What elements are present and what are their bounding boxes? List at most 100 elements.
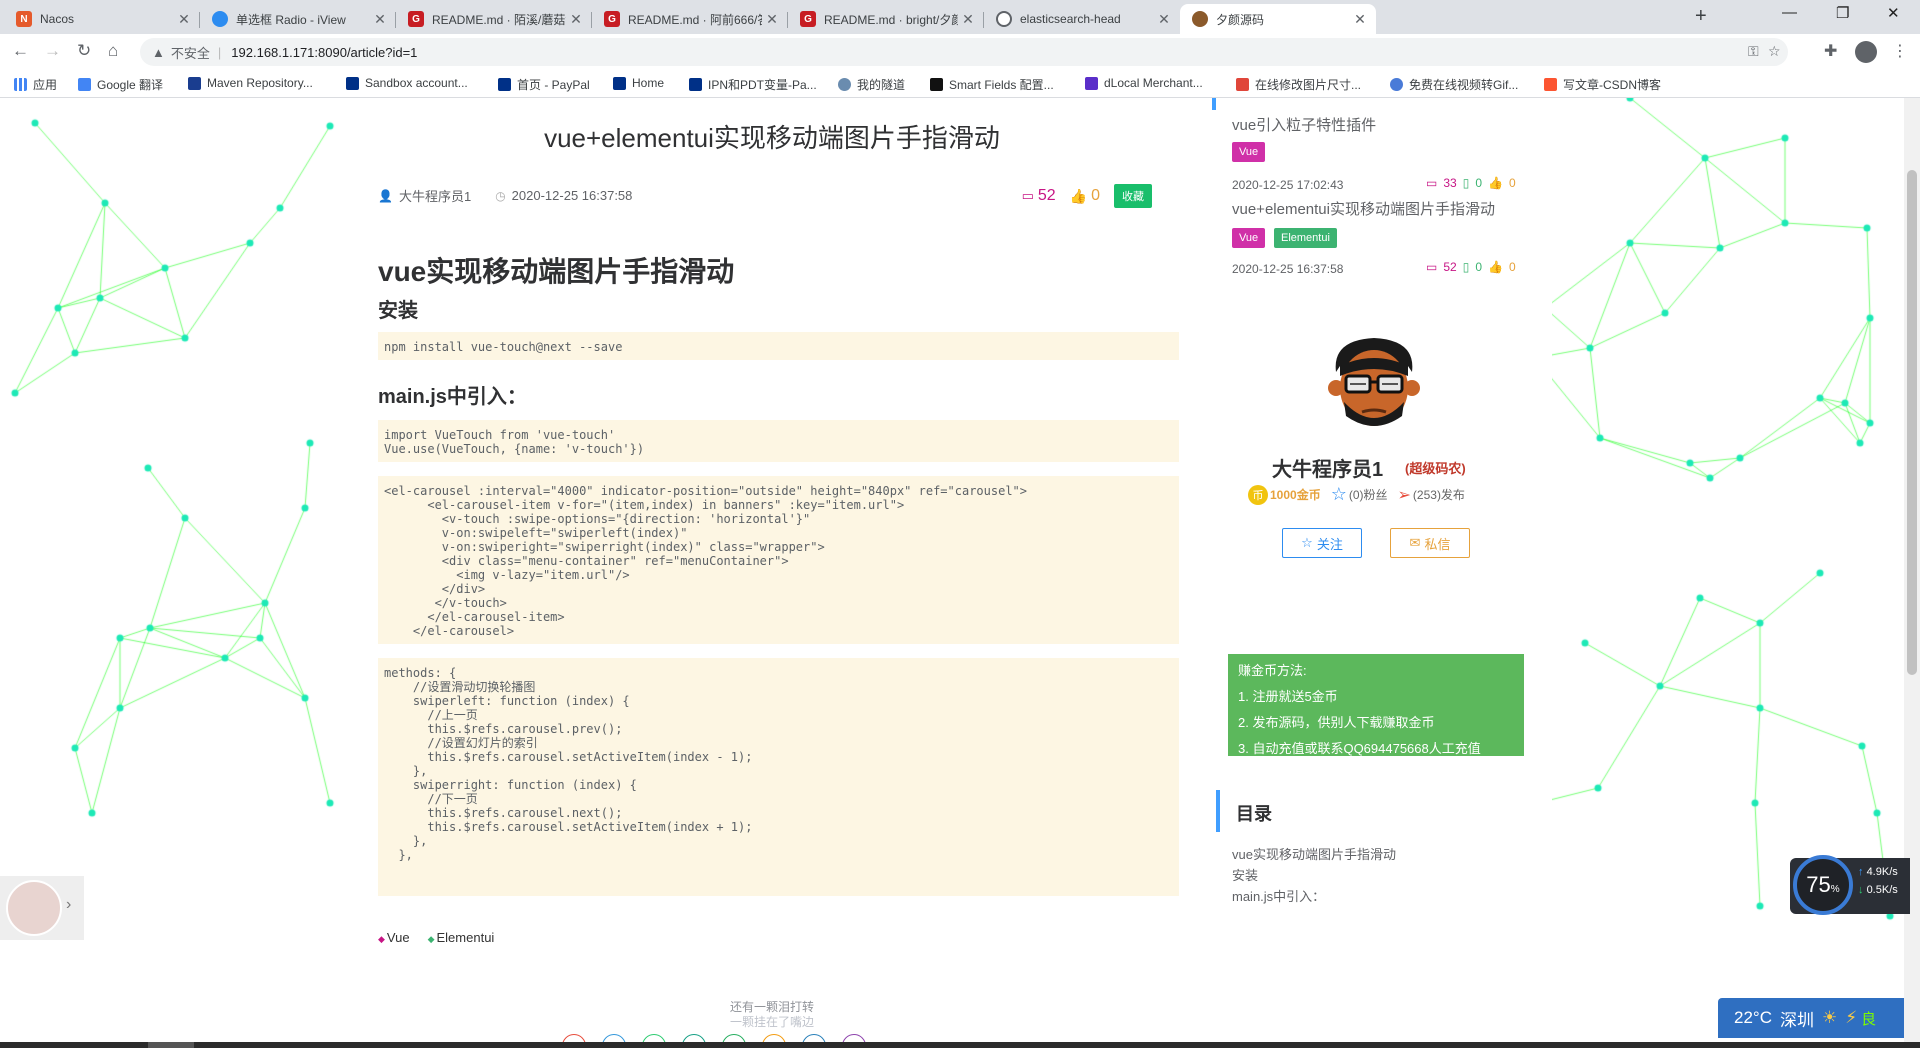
code-block-main: import VueTouch from 'vue-touch' Vue.use… <box>378 420 1179 462</box>
views-count: 33 <box>1443 176 1457 190</box>
article-meta: 👤 大牛程序员1 ◷ 2020-12-25 16:37:58 <box>378 186 632 205</box>
bookmark-item[interactable]: Google 翻译 <box>78 76 163 93</box>
close-icon[interactable]: ✕ <box>370 11 390 28</box>
comments-count: 0 <box>1475 260 1482 274</box>
music-cover[interactable] <box>6 880 62 936</box>
bookmark-item[interactable]: Sandbox account... <box>346 76 468 90</box>
close-icon[interactable]: ✕ <box>174 11 194 28</box>
minimize-icon[interactable]: — <box>1782 4 1797 21</box>
profile-avatar[interactable] <box>1855 41 1877 63</box>
star-icon: ☆ <box>1301 535 1313 550</box>
video-gif-icon <box>1390 78 1403 91</box>
follow-button[interactable]: ☆ 关注 <box>1282 528 1362 558</box>
bookmark-star-icon[interactable]: ☆ <box>1768 43 1781 60</box>
maximize-icon[interactable]: ❐ <box>1836 4 1849 22</box>
key-icon[interactable]: ⚿ <box>1748 43 1759 60</box>
nacos-icon: N <box>16 11 32 27</box>
upload-speed: ↑ 4.9K/s <box>1858 866 1898 878</box>
user-coins: 1000金币 <box>1270 488 1321 502</box>
url-text[interactable]: 192.168.1.171:8090/article?id=1 <box>231 45 417 60</box>
page-viewport: vue+elementui实现移动端图片手指滑动 👤 大牛程序员1 ◷ 2020… <box>0 98 1920 1048</box>
bookmark-item[interactable]: 在线修改图片尺寸... <box>1236 76 1361 93</box>
paypal-icon <box>689 78 702 91</box>
bookmark-item[interactable]: 应用 <box>14 76 57 93</box>
bookmark-item[interactable]: IPN和PDT变量-Pa... <box>689 76 817 93</box>
comment-icon: ▯ <box>1462 176 1470 190</box>
views-count: 52 <box>1443 260 1457 274</box>
tag-elementui[interactable]: Elementui <box>428 930 495 945</box>
tab-title: 夕颜源码 <box>1216 12 1265 27</box>
tab-readme-3[interactable]: G README.md · bright/夕颜博客 ✕ <box>788 4 984 34</box>
message-button[interactable]: ✉ 私信 <box>1390 528 1470 558</box>
forward-icon[interactable]: → <box>44 41 61 61</box>
translate-icon <box>78 78 91 91</box>
views-icon: ▭ <box>1426 176 1438 190</box>
tab-nacos[interactable]: N Nacos ✕ <box>4 4 200 34</box>
music-player-widget[interactable]: › <box>0 876 84 940</box>
bookmark-item[interactable]: Home <box>613 76 664 90</box>
bookmark-item[interactable]: 首页 - PayPal <box>498 76 590 93</box>
close-icon[interactable]: ✕ <box>762 11 782 28</box>
bookmark-item[interactable]: 写文章-CSDN博客 <box>1544 76 1661 93</box>
cpu-gauge[interactable]: 75% <box>1793 855 1853 915</box>
bookmark-item[interactable]: Maven Repository... <box>188 76 313 90</box>
toc-item[interactable]: vue实现移动端图片手指滑动 <box>1232 844 1396 863</box>
section-marker <box>1212 98 1216 110</box>
like-icon[interactable]: 👍 <box>1070 188 1087 205</box>
air-quality: 良 <box>1861 1010 1877 1028</box>
back-icon[interactable]: ← <box>12 41 29 61</box>
toc-item[interactable]: main.js中引入： <box>1232 886 1325 905</box>
comments-count: 0 <box>1475 176 1482 190</box>
scrollbar-thumb[interactable] <box>1907 170 1917 675</box>
user-avatar[interactable] <box>1322 332 1426 436</box>
bookmark-item[interactable]: Smart Fields 配置... <box>930 76 1054 93</box>
chevron-right-icon[interactable]: › <box>66 896 71 914</box>
toc-marker <box>1216 790 1220 832</box>
tab-active-site[interactable]: 夕颜源码 ✕ <box>1180 4 1376 34</box>
image-resize-icon <box>1236 78 1249 91</box>
toc-title: 目录 <box>1236 804 1272 824</box>
bookmark-item[interactable]: 免费在线视频转Gif... <box>1390 76 1518 93</box>
article-author[interactable]: 大牛程序员1 <box>399 186 471 205</box>
tag-vue[interactable]: Vue <box>378 930 410 945</box>
tab-readme-1[interactable]: G README.md · 陌溪/蘑菇博客 - G ✕ <box>396 4 592 34</box>
home-icon[interactable]: ⌂ <box>108 41 118 61</box>
menu-icon[interactable]: ⋮ <box>1892 41 1908 61</box>
taskbar-active-item <box>148 1042 194 1048</box>
weather-widget[interactable]: 22°C 深圳 ☀ ⚡ 良 <box>1718 998 1904 1038</box>
tag-vue[interactable]: Vue <box>1232 142 1266 162</box>
tab-title: Nacos <box>40 12 75 26</box>
tab-elasticsearch[interactable]: elasticsearch-head ✕ <box>984 4 1180 34</box>
site-icon <box>1192 11 1208 27</box>
recent-article-title[interactable]: vue+elementui实现移动端图片手指滑动 <box>1232 198 1495 219</box>
article-title: vue+elementui实现移动端图片手指滑动 <box>544 123 1000 153</box>
recent-article-title[interactable]: vue引入粒子特性插件 <box>1232 114 1376 135</box>
apps-grid-icon <box>14 78 27 91</box>
tag-vue[interactable]: Vue <box>1232 228 1266 248</box>
close-icon[interactable]: ✕ <box>566 11 586 28</box>
toc-item[interactable]: 安装 <box>1232 865 1258 884</box>
bookmark-item[interactable]: 我的隧道 <box>838 76 905 93</box>
paypal-icon <box>613 76 626 90</box>
recent-article-stats: ▭ 33 ▯ 0 👍 0 <box>1426 176 1516 190</box>
window-close-icon[interactable]: ✕ <box>1887 4 1900 22</box>
reload-icon[interactable]: ↻ <box>77 41 91 61</box>
earn-coins-item: 1. 注册就送5金币 <box>1238 689 1338 704</box>
extensions-icon[interactable]: ✚ <box>1824 41 1837 61</box>
collect-button[interactable]: 收藏 <box>1114 184 1152 208</box>
new-tab-button[interactable]: + <box>1695 5 1707 28</box>
tab-readme-2[interactable]: G README.md · 阿前666/答案博客 ✕ <box>592 4 788 34</box>
user-name[interactable]: 大牛程序员1 <box>1272 453 1383 482</box>
close-icon[interactable]: ✕ <box>958 11 978 28</box>
tag-elementui[interactable]: Elementui <box>1274 228 1337 248</box>
close-icon[interactable]: ✕ <box>1154 11 1174 28</box>
close-icon[interactable]: ✕ <box>1350 11 1370 28</box>
tab-iview[interactable]: 单选框 Radio - iView ✕ <box>200 4 396 34</box>
security-label: 不安全 <box>170 45 210 61</box>
warning-icon: ▲ <box>152 44 165 60</box>
recent-article-date: 2020-12-25 16:37:58 <box>1232 262 1344 276</box>
bookmark-item[interactable]: dLocal Merchant... <box>1085 76 1203 90</box>
gitee-icon: G <box>800 11 816 27</box>
weather-city: 深圳 <box>1779 1010 1814 1030</box>
address-bar[interactable]: ▲ 不安全 | 192.168.1.171:8090/article?id=1 … <box>140 38 1788 66</box>
